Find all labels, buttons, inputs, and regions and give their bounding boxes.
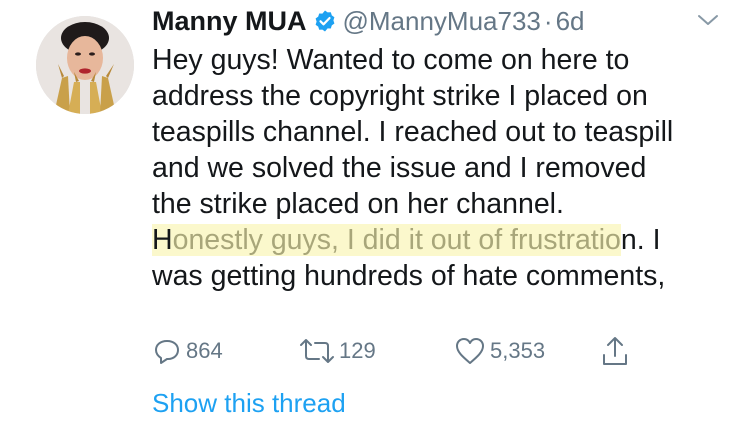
tweet-text-line-highlighted: Honestly guys, I did it out of frustrati… (152, 222, 742, 258)
tweet-text-line: Hey guys! Wanted to come on here to (152, 44, 630, 76)
verified-badge-icon (313, 9, 337, 33)
tweet-time[interactable]: 6d (556, 6, 585, 37)
reply-button[interactable]: 864 (152, 333, 223, 369)
reply-count: 864 (186, 338, 223, 363)
separator-dot: · (543, 5, 553, 36)
highlighted-text: onestly guys, I did it out of frustratio (172, 224, 621, 256)
tweet-text: Hey guys! Wanted to come on here to addr… (152, 42, 742, 294)
share-icon (603, 337, 627, 365)
heart-icon (456, 338, 484, 364)
retweet-icon (300, 339, 334, 363)
share-button[interactable] (600, 333, 634, 369)
user-handle[interactable]: @MannyMua733 (343, 6, 541, 37)
highlight-line-rest: n. I (620, 224, 661, 256)
like-count: 5,353 (490, 338, 546, 363)
reply-icon (155, 340, 179, 364)
tweet-header: Manny MUA @MannyMua733 · 6d (152, 4, 584, 38)
retweet-button[interactable]: 129 (299, 333, 376, 369)
tweet-text-line: the strike placed on her channel. (152, 188, 564, 220)
tweet[interactable]: Manny MUA @MannyMua733 · 6d Hey guys! Wa… (0, 0, 750, 433)
tweet-text-line: teaspills channel. I reached out to teas… (152, 116, 674, 148)
avatar[interactable] (36, 16, 134, 114)
retweet-count: 129 (339, 338, 376, 363)
show-thread-link[interactable]: Show this thread (152, 388, 346, 419)
avatar-photo (36, 16, 134, 114)
chevron-down-icon[interactable] (696, 10, 720, 30)
highlight-first-char: H (152, 224, 173, 256)
like-button[interactable]: 5,353 (454, 333, 545, 369)
display-name[interactable]: Manny MUA (152, 6, 307, 37)
tweet-text-line: address the copyright strike I placed on (152, 80, 648, 112)
tweet-text-line: was getting hundreds of hate comments, (152, 260, 666, 292)
tweet-actions: 864 129 5,353 (152, 333, 652, 369)
tweet-text-line: and we solved the issue and I removed (152, 152, 647, 184)
